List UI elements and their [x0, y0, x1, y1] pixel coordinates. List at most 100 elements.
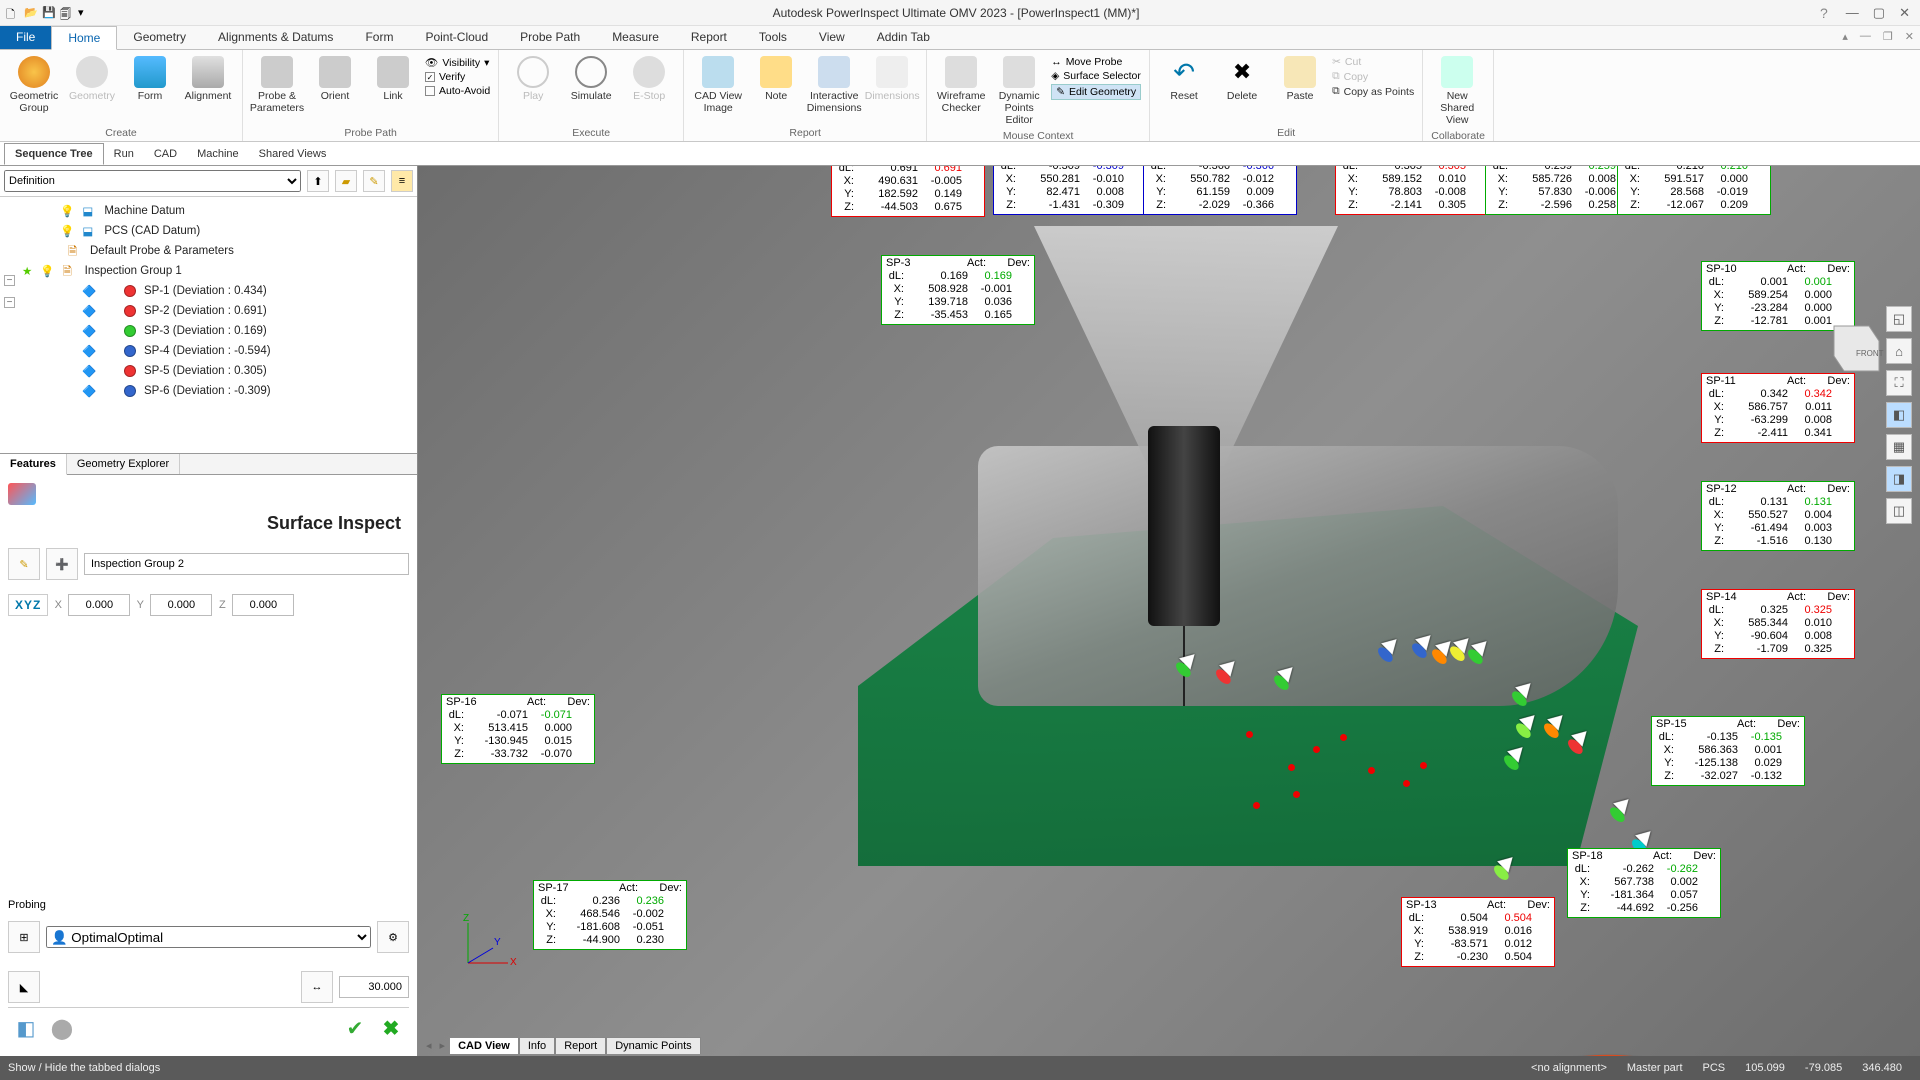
view-tab-dynamic-points[interactable]: Dynamic Points	[606, 1037, 700, 1054]
wireframe-checker-button[interactable]: Wireframe Checker	[935, 54, 987, 116]
callout-sp-2[interactable]: SP-2Act:Dev:dL:0.6910.691X:490.631-0.005…	[831, 166, 985, 217]
copy-as-points-button[interactable]: ⧉ Copy as Points	[1332, 85, 1414, 98]
toggle-panel-button[interactable]: ◧	[12, 1014, 40, 1042]
cad-viewport[interactable]: SP-2Act:Dev:dL:0.6910.691X:490.631-0.005…	[418, 166, 1920, 1056]
minimize-button[interactable]: —	[1846, 5, 1859, 21]
callout-sp-8[interactable]: SP-8Act:Dev:dL:0.2590.259X:585.7260.008Y…	[1485, 166, 1639, 215]
y-input[interactable]	[150, 594, 212, 616]
verify-checkbox[interactable]: ✓Verify	[425, 71, 490, 83]
tab-machine[interactable]: Machine	[187, 144, 249, 164]
tab-cad[interactable]: CAD	[144, 144, 187, 164]
probing-settings-button[interactable]: ⚙	[377, 921, 409, 953]
close-button[interactable]: ✕	[1899, 5, 1910, 21]
edit-button[interactable]: ✎	[363, 170, 385, 192]
z-input[interactable]	[232, 594, 294, 616]
tab-view[interactable]: View	[803, 26, 861, 49]
tab-tools[interactable]: Tools	[743, 26, 803, 49]
definition-dropdown[interactable]: Definition	[4, 170, 301, 192]
reset-button[interactable]: ↶Reset	[1158, 54, 1210, 104]
tab-probe-path[interactable]: Probe Path	[504, 26, 596, 49]
callout-sp-17[interactable]: SP-17Act:Dev:dL:0.2360.236X:468.546-0.00…	[533, 880, 687, 950]
tree-leaf[interactable]: 🔷SP-1 (Deviation : 0.434)	[2, 281, 415, 301]
visibility-toggle[interactable]: 👁 Visibility ▾	[425, 56, 490, 69]
x-input[interactable]	[68, 594, 130, 616]
view-shaded-button[interactable]: ◧	[1886, 402, 1912, 428]
simulate-button[interactable]: Simulate	[565, 54, 617, 104]
sequence-tree[interactable]: − − 💡 ⬓Machine Datum 💡 ⬓PCS (CAD Datum) …	[0, 197, 417, 453]
paste-button[interactable]: Paste	[1274, 54, 1326, 104]
group-name-input[interactable]	[84, 553, 409, 575]
tree-node[interactable]: 💡 ⬓Machine Datum	[2, 201, 415, 221]
tab-geometry[interactable]: Geometry	[117, 26, 202, 49]
new-icon[interactable]: 🗋	[6, 6, 20, 20]
confirm-button[interactable]: ✔	[341, 1014, 369, 1042]
view-tab-report[interactable]: Report	[555, 1037, 606, 1054]
tab-features[interactable]: Features	[0, 454, 67, 475]
callout-sp-18[interactable]: SP-18Act:Dev:dL:-0.262-0.262X:567.7380.0…	[1567, 848, 1721, 918]
tab-report[interactable]: Report	[675, 26, 743, 49]
tab-measure[interactable]: Measure	[596, 26, 675, 49]
surface-selector-button[interactable]: ◈ Surface Selector	[1051, 70, 1141, 82]
form-button[interactable]: Form	[124, 54, 176, 104]
maximize-button[interactable]: ▢	[1873, 5, 1885, 21]
callout-sp-16[interactable]: SP-16Act:Dev:dL:-0.071-0.071X:513.4150.0…	[441, 694, 595, 764]
callout-sp-6[interactable]: SP-6Act:Dev:dL:-0.309-0.309X:550.281-0.0…	[993, 166, 1147, 215]
delete-button[interactable]: ✖Delete	[1216, 54, 1268, 104]
quick-access-toolbar[interactable]: 🗋 📂 💾 🗐 ▾	[0, 6, 92, 20]
tab-geometry-explorer[interactable]: Geometry Explorer	[67, 454, 180, 474]
tab-home[interactable]: Home	[51, 26, 117, 50]
file-tab[interactable]: File	[0, 26, 51, 49]
tab-run[interactable]: Run	[104, 144, 144, 164]
probing-mode-select[interactable]: 👤 OptimalOptimal	[46, 926, 371, 948]
callout-sp-3[interactable]: SP-3Act:Dev:dL:0.1690.169X:508.928-0.001…	[881, 255, 1035, 325]
xyz-button[interactable]: XYZ	[8, 594, 48, 616]
tab-shared-views[interactable]: Shared Views	[249, 144, 337, 164]
child-close-button[interactable]: ✕	[1899, 26, 1920, 49]
view-cube[interactable]: FRONT	[1814, 316, 1884, 386]
cad-view-image-button[interactable]: CAD View Image	[692, 54, 744, 116]
tab-alignments[interactable]: Alignments & Datums	[202, 26, 349, 49]
add-group-button[interactable]: ➕	[46, 548, 78, 580]
move-up-button[interactable]: ⬆	[307, 170, 329, 192]
move-probe-button[interactable]: ↔ Move Probe	[1051, 56, 1141, 68]
edit-group-button[interactable]: ✎	[8, 548, 40, 580]
distance-icon[interactable]: ↔	[301, 971, 333, 1003]
highlight-button[interactable]: ▰	[335, 170, 357, 192]
tree-node[interactable]: ★💡 🗎Inspection Group 1	[2, 261, 415, 281]
view-section-button[interactable]: ◫	[1886, 498, 1912, 524]
ribbon-minimize-icon[interactable]: ▴	[1836, 26, 1854, 49]
save-all-icon[interactable]: 🗐	[60, 6, 74, 20]
tree-leaf[interactable]: 🔷SP-4 (Deviation : -0.594)	[2, 341, 415, 361]
new-shared-view-button[interactable]: New Shared View	[1431, 54, 1483, 128]
tab-addin[interactable]: Addin Tab	[861, 26, 946, 49]
dynamic-points-editor-button[interactable]: Dynamic Points Editor	[993, 54, 1045, 128]
dropdown-icon[interactable]: ▾	[78, 6, 92, 20]
save-icon[interactable]: 💾	[42, 6, 56, 20]
tree-leaf[interactable]: 🔷SP-5 (Deviation : 0.305)	[2, 361, 415, 381]
view-fit-button[interactable]: ⛶	[1886, 370, 1912, 396]
angle-button[interactable]: ◣	[8, 971, 40, 1003]
view-wire-button[interactable]: ▦	[1886, 434, 1912, 460]
list-button[interactable]: ≡	[391, 170, 413, 192]
probe-params-button[interactable]: Probe & Parameters	[251, 54, 303, 116]
view-tab-next[interactable]: ▸	[436, 1037, 450, 1054]
callout-sp-14[interactable]: SP-14Act:Dev:dL:0.3250.325X:585.3440.010…	[1701, 589, 1855, 659]
auto-avoid-checkbox[interactable]: Auto-Avoid	[425, 85, 490, 97]
view-transparent-button[interactable]: ◨	[1886, 466, 1912, 492]
probing-icon-button[interactable]: ⊞	[8, 921, 40, 953]
edit-geometry-button[interactable]: ✎ Edit Geometry	[1051, 84, 1141, 100]
tab-sequence-tree[interactable]: Sequence Tree	[4, 143, 104, 165]
open-icon[interactable]: 📂	[24, 6, 38, 20]
view-home-button[interactable]: ⌂	[1886, 338, 1912, 364]
callout-sp-7[interactable]: SP-7Act:Dev:dL:-0.366-0.366X:550.782-0.0…	[1143, 166, 1297, 215]
callout-sp-13[interactable]: SP-13Act:Dev:dL:0.5040.504X:538.9190.016…	[1401, 897, 1555, 967]
view-tab-cad[interactable]: CAD View	[449, 1037, 519, 1054]
tree-leaf[interactable]: 🔷SP-2 (Deviation : 0.691)	[2, 301, 415, 321]
cancel-button[interactable]: ✖	[377, 1014, 405, 1042]
orient-button[interactable]: Orient	[309, 54, 361, 104]
tab-pointcloud[interactable]: Point-Cloud	[409, 26, 504, 49]
distance-input[interactable]	[339, 976, 409, 998]
callout-sp-12[interactable]: SP-12Act:Dev:dL:0.1310.131X:550.5270.004…	[1701, 481, 1855, 551]
link-button[interactable]: Link	[367, 54, 419, 104]
child-minimize-button[interactable]: —	[1854, 26, 1877, 49]
